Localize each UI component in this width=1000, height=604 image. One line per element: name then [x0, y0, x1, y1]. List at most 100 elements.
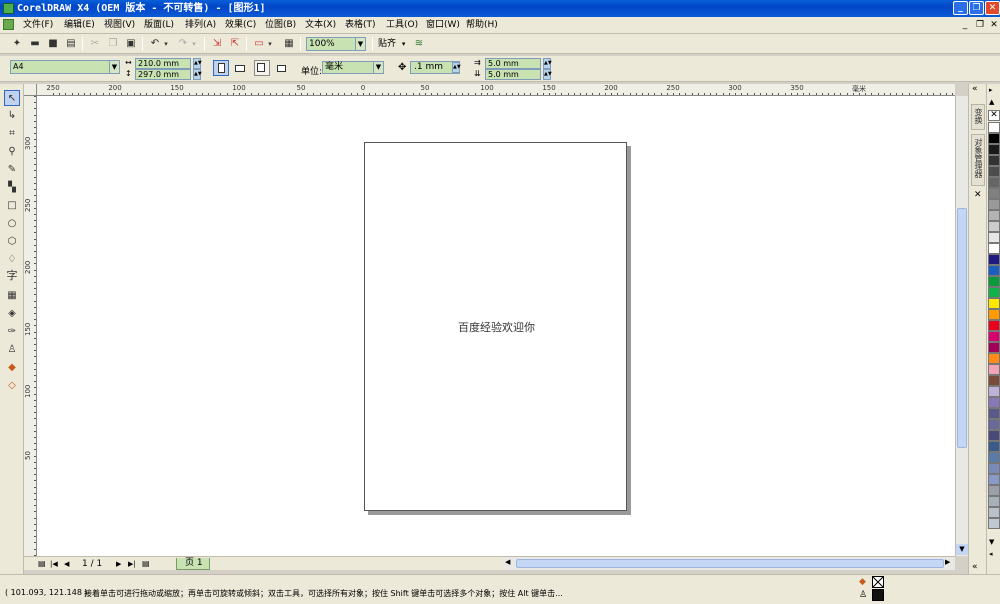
menu-window[interactable]: 窗口(W) [426, 19, 460, 31]
smart-fill-tool-icon[interactable]: ▚ [4, 180, 20, 196]
color-swatch[interactable] [988, 155, 1000, 166]
collapse-docker-icon[interactable]: « [972, 84, 978, 94]
fill-color-swatch[interactable] [872, 576, 884, 588]
horizontal-scrollbar[interactable]: ◀ ▶ [504, 556, 955, 570]
duplicate-y-spinner[interactable]: ▲▼ [543, 69, 552, 80]
width-spinner[interactable]: ▲▼ [193, 58, 202, 69]
interactive-fill-tool-icon[interactable]: ◇ [4, 378, 20, 394]
docker-tab-object-manager[interactable]: 对象管理器 [971, 134, 985, 186]
outline-color-swatch[interactable] [872, 589, 884, 601]
table-tool-icon[interactable]: ▦ [4, 288, 20, 304]
redo-dropdown-icon[interactable]: ▾ [190, 37, 198, 51]
basic-shapes-tool-icon[interactable]: ♢ [4, 252, 20, 268]
color-swatch[interactable] [988, 287, 1000, 298]
next-page-icon[interactable]: ▶ [116, 558, 121, 570]
pick-tool-icon[interactable]: ↖ [4, 90, 20, 106]
chevron-down-icon[interactable]: ▼ [373, 62, 383, 73]
page-width-input[interactable]: 210.0 mm [135, 58, 191, 69]
color-swatch[interactable] [988, 199, 1000, 210]
close-button[interactable]: ✕ [985, 1, 1000, 15]
units-select[interactable]: 毫米 ▼ [322, 61, 384, 74]
color-swatch[interactable] [988, 408, 1000, 419]
color-swatch[interactable] [988, 452, 1000, 463]
page-tab[interactable]: 页 1 [176, 558, 210, 570]
color-swatch[interactable] [988, 397, 1000, 408]
vertical-scrollbar[interactable]: ▼ [955, 96, 968, 556]
text-tool-icon[interactable]: 字 [4, 268, 20, 284]
palette-scroll-up-icon[interactable]: ▲ [989, 98, 994, 106]
copy-icon[interactable]: ❐ [106, 37, 120, 51]
zoom-tool-icon[interactable]: ⚲ [4, 144, 20, 160]
insert-page-before-icon[interactable]: ▤ [38, 558, 46, 570]
undo-icon[interactable]: ↶ [148, 37, 162, 51]
palette-scroll-up-icon[interactable]: ▸ [989, 86, 993, 94]
docker-tab-transform[interactable]: 变换 [971, 104, 985, 130]
undo-dropdown-icon[interactable]: ▾ [162, 37, 170, 51]
eyedropper-tool-icon[interactable]: ✑ [4, 324, 20, 340]
no-color-swatch[interactable]: ✕ [988, 110, 1000, 121]
scroll-left-icon[interactable]: ◀ [505, 558, 510, 566]
scroll-right-icon[interactable]: ▶ [945, 558, 950, 566]
scroll-down-icon[interactable]: ▼ [956, 544, 968, 555]
color-swatch[interactable] [988, 144, 1000, 155]
cut-icon[interactable]: ✂ [88, 37, 102, 51]
color-swatch[interactable] [988, 177, 1000, 188]
menu-file[interactable]: 文件(F) [23, 19, 53, 31]
ellipse-tool-icon[interactable]: ○ [4, 216, 20, 232]
color-swatch[interactable] [988, 320, 1000, 331]
color-swatch[interactable] [988, 276, 1000, 287]
color-swatch[interactable] [988, 122, 1000, 133]
zoom-level-select[interactable]: 100% ▼ [306, 37, 366, 51]
insert-page-after-icon[interactable]: ▤ [142, 558, 150, 570]
doc-restore-button[interactable]: ❐ [973, 19, 987, 31]
launcher-dropdown-icon[interactable]: ▾ [266, 37, 274, 51]
color-swatch[interactable] [988, 419, 1000, 430]
color-swatch[interactable] [988, 309, 1000, 320]
landscape-button[interactable] [232, 60, 248, 76]
color-swatch[interactable] [988, 375, 1000, 386]
color-swatch[interactable] [988, 496, 1000, 507]
menu-tools[interactable]: 工具(O) [386, 19, 418, 31]
first-page-icon[interactable]: |◀ [50, 558, 58, 570]
drawing-page[interactable]: 百度经验欢迎你 [364, 142, 627, 511]
color-swatch[interactable] [988, 232, 1000, 243]
color-swatch[interactable] [988, 342, 1000, 353]
paper-size-select[interactable]: A4 ▼ [10, 60, 120, 74]
paste-icon[interactable]: ▣ [124, 37, 138, 51]
color-swatch[interactable] [988, 386, 1000, 397]
expand-docker-icon[interactable]: « [972, 562, 978, 572]
color-swatch[interactable] [988, 353, 1000, 364]
menu-text[interactable]: 文本(X) [305, 19, 336, 31]
menu-view[interactable]: 视图(V) [104, 19, 135, 31]
color-swatch[interactable] [988, 221, 1000, 232]
open-folder-icon[interactable]: ▬ [28, 37, 42, 51]
vertical-ruler[interactable]: 300 250 200 150 100 50 [24, 96, 37, 556]
current-page-button[interactable] [273, 60, 289, 76]
color-swatch[interactable] [988, 364, 1000, 375]
last-page-icon[interactable]: ▶| [128, 558, 136, 570]
chevron-down-icon[interactable]: ▼ [109, 61, 119, 73]
menu-layout[interactable]: 版面(L) [144, 19, 174, 31]
restore-button[interactable]: ❐ [969, 1, 984, 15]
shape-tool-icon[interactable]: ↳ [4, 108, 20, 124]
previous-page-icon[interactable]: ◀ [64, 558, 69, 570]
interactive-blend-tool-icon[interactable]: ◈ [4, 306, 20, 322]
fill-tool-icon[interactable]: ◆ [4, 360, 20, 376]
nudge-spinner[interactable]: ▲▼ [452, 62, 461, 73]
snap-to-menu[interactable]: 贴齐 ▾ [378, 37, 405, 51]
menu-effects[interactable]: 效果(C) [225, 19, 256, 31]
print-icon[interactable]: ▤ [64, 37, 78, 51]
color-swatch[interactable] [988, 265, 1000, 276]
height-spinner[interactable]: ▲▼ [193, 69, 202, 80]
export-icon[interactable]: ⇱ [228, 37, 242, 51]
menu-edit[interactable]: 编辑(E) [64, 19, 95, 31]
doc-close-button[interactable]: ✕ [987, 19, 1000, 31]
crop-tool-icon[interactable]: ⌗ [4, 126, 20, 142]
color-swatch[interactable] [988, 298, 1000, 309]
color-swatch[interactable] [988, 485, 1000, 496]
horizontal-scroll-thumb[interactable] [516, 559, 944, 568]
color-swatch[interactable] [988, 518, 1000, 529]
doc-minimize-button[interactable]: _ [958, 19, 972, 31]
color-swatch[interactable] [988, 188, 1000, 199]
outline-tool-icon[interactable]: ♙ [4, 342, 20, 358]
